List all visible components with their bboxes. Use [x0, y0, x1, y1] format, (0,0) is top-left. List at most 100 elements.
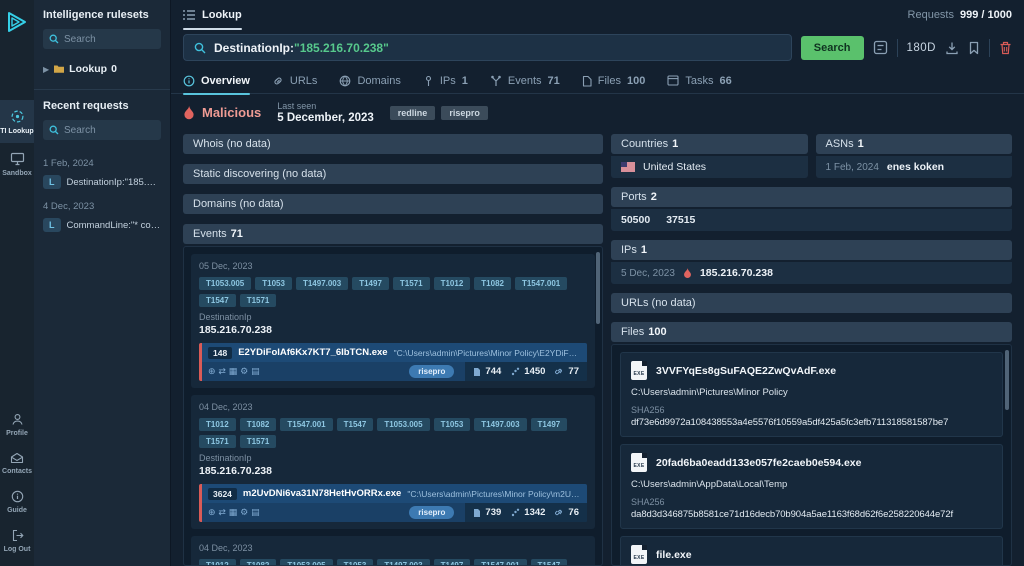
result-tabs: Overview URLs Domains IPs1 Events71 File… [171, 68, 1024, 94]
process-card[interactable]: 3624 m2UvDNi6va31N78HetHvORRx.exe "C:\Us… [199, 484, 587, 522]
list-icon [183, 10, 195, 20]
lookup-tab[interactable]: Lookup [183, 0, 242, 30]
mitre-tag: T1497.003 [296, 277, 348, 290]
search-icon [49, 34, 59, 44]
recent-search[interactable] [43, 120, 161, 140]
ips-panel: IPs1 5 Dec, 2023 185.216.70.238 [611, 240, 1012, 284]
event-card[interactable]: 04 Dec, 2023 T1012T1082T1547.001T1547T10… [191, 395, 595, 529]
rail-item-profile[interactable]: Profile [0, 405, 34, 444]
tree-item-lookup[interactable]: ▶ Lookup 0 [43, 63, 161, 75]
family-pill[interactable]: risepro [409, 506, 454, 519]
icon-rail: TI Lookup Sandbox Profile Contacts Guide… [0, 0, 34, 566]
tab-domains[interactable]: Domains [339, 68, 400, 94]
rail-item-sandbox[interactable]: Sandbox [0, 143, 34, 185]
port-value[interactable]: 37515 [666, 214, 695, 226]
mitre-tag: T1082 [474, 277, 511, 290]
rail-item-contacts[interactable]: Contacts [0, 444, 34, 482]
recent-date: 4 Dec, 2023 [43, 201, 161, 212]
tab-overview[interactable]: Overview [183, 68, 250, 94]
monitor-icon [10, 152, 25, 166]
mitre-tag: T1547.001 [280, 418, 332, 431]
recent-requests-title: Recent requests [43, 100, 161, 112]
tab-tasks[interactable]: Tasks66 [667, 68, 731, 94]
rail-item-logout[interactable]: Log Out [0, 521, 34, 560]
links-count-icon [555, 367, 564, 376]
ip-row[interactable]: 5 Dec, 2023 185.216.70.238 [611, 262, 1012, 284]
mitre-tag: T1082 [240, 418, 277, 431]
family-pill[interactable]: risepro [409, 365, 454, 378]
flame-icon [683, 267, 692, 279]
event-card[interactable]: 05 Dec, 2023 T1053.005T1053T1497.003T149… [191, 254, 595, 388]
file-card[interactable]: EXE 3VVFYqEs8gSuFAQE2ZwQvAdF.exe C:\User… [620, 352, 1003, 437]
urls-panel-header[interactable]: URLs (no data) [611, 293, 1012, 313]
radar-icon [10, 109, 25, 124]
tab-events[interactable]: Events71 [490, 68, 560, 94]
malware-family-tags: redlinerisepro [390, 106, 488, 120]
countries-panel: Countries1 United States [611, 134, 808, 178]
info-icon [183, 75, 195, 87]
behavior-icons: ⊕ ⇄ ▦ ⚙ ▤ [208, 508, 260, 518]
mitre-tag: T1082 [240, 559, 277, 566]
event-card[interactable]: 04 Dec, 2023 T1012T1082T1053.005T1053T14… [191, 536, 595, 566]
globe-icon [339, 75, 351, 87]
files-list: EXE 3VVFYqEs8gSuFAQE2ZwQvAdF.exe C:\User… [611, 344, 1012, 566]
bookmark-icon[interactable] [968, 41, 980, 55]
rail-item-ti-lookup[interactable]: TI Lookup [0, 100, 34, 143]
mitre-tag: T1053 [255, 277, 292, 290]
events-scrollbar[interactable] [596, 252, 600, 324]
top-bar: Lookup Requests999 / 1000 [171, 0, 1024, 30]
tab-files[interactable]: Files100 [582, 68, 646, 94]
files-scrollbar[interactable] [1005, 350, 1009, 410]
download-icon[interactable] [945, 41, 959, 55]
port-value[interactable]: 50500 [621, 214, 650, 226]
recent-request-item[interactable]: L CommandLine:"* codiqo... [43, 218, 161, 232]
countries-panel-header[interactable]: Countries1 [611, 134, 808, 154]
period-selector[interactable]: 180D [907, 42, 937, 54]
caret-right-icon[interactable]: ▶ [43, 65, 49, 74]
query-input[interactable]: DestinationIp:"185.216.70.238" [183, 34, 792, 61]
window-icon [667, 75, 679, 86]
rail-item-guide[interactable]: Guide [0, 482, 34, 521]
location-pin-icon [423, 74, 434, 87]
process-card[interactable]: 148 E2YDiFolAf6Kx7KT7_6IbTCN.exe "C:\Use… [199, 343, 587, 381]
events-panel-header[interactable]: Events71 [183, 224, 603, 244]
ports-panel: Ports2 50500 37515 [611, 187, 1012, 231]
file-card[interactable]: EXE 20fad6ba0eadd133e057fe2caeb0e594.exe… [620, 444, 1003, 529]
links-count-icon [555, 508, 564, 517]
last-seen: Last seen 5 December, 2023 [277, 101, 374, 124]
files-panel-header[interactable]: Files100 [611, 322, 1012, 342]
mitre-tag: T1053 [434, 418, 471, 431]
search-row: DestinationIp:"185.216.70.238" Search 18… [171, 30, 1024, 68]
mitre-tag: T1571 [393, 277, 430, 290]
mitre-tag: T1012 [199, 559, 236, 566]
recent-request-item[interactable]: L DestinationIp:"185.216.... [43, 175, 161, 189]
ips-panel-header[interactable]: IPs1 [611, 240, 1012, 260]
lookup-badge: L [43, 175, 61, 189]
recent-search-input[interactable] [64, 125, 155, 136]
us-flag-icon [621, 162, 635, 172]
tab-ips[interactable]: IPs1 [423, 68, 468, 94]
ports-panel-header[interactable]: Ports2 [611, 187, 1012, 207]
country-row[interactable]: United States [611, 156, 808, 178]
folder-icon [53, 64, 65, 74]
rulesets-search[interactable] [43, 29, 161, 49]
delete-icon[interactable] [999, 41, 1012, 55]
domains-panel-header[interactable]: Domains (no data) [183, 194, 603, 214]
anyrun-logo[interactable] [5, 0, 29, 42]
query-builder-icon[interactable] [873, 40, 888, 55]
whois-panel-header[interactable]: Whois (no data) [183, 134, 603, 154]
asn-row[interactable]: 1 Feb, 2024 enes koken [816, 156, 1013, 178]
asns-panel-header[interactable]: ASNs1 [816, 134, 1013, 154]
mitre-tag: T1547 [199, 294, 236, 307]
mitre-tags: T1012T1082T1053.005T1053T1497.003T1497T1… [199, 559, 587, 566]
pid-badge: 148 [208, 347, 232, 359]
rulesets-search-input[interactable] [64, 34, 155, 45]
mitre-tag: T1547 [337, 418, 374, 431]
mitre-tag: T1571 [199, 435, 236, 448]
port-values[interactable]: 50500 37515 [621, 214, 695, 226]
search-button[interactable]: Search [801, 36, 864, 60]
file-icon [582, 75, 592, 87]
file-card[interactable]: EXE file.exe C:\Users\admin\AppData\Loca… [620, 536, 1003, 566]
static-discovering-panel-header[interactable]: Static discovering (no data) [183, 164, 603, 184]
tab-urls[interactable]: URLs [272, 68, 318, 94]
